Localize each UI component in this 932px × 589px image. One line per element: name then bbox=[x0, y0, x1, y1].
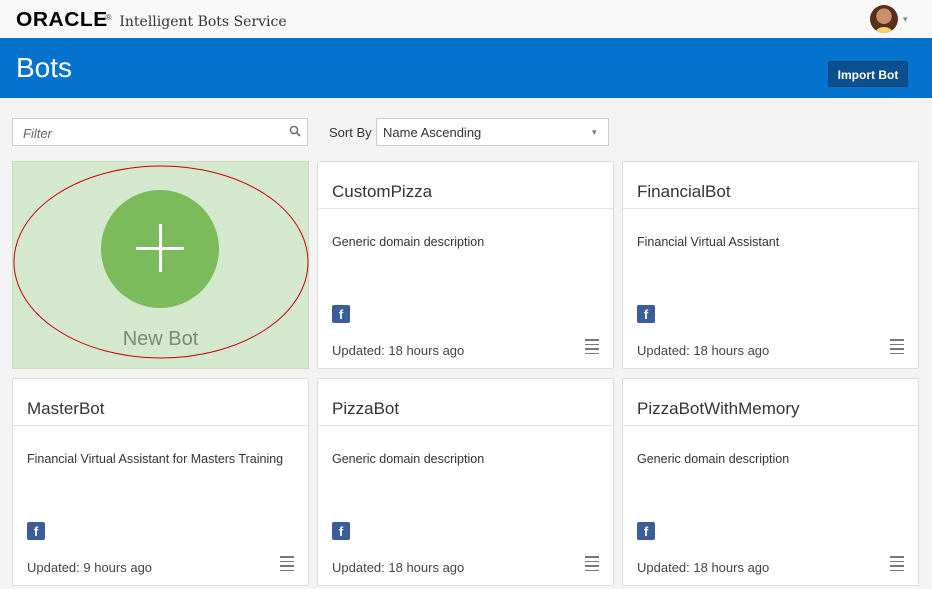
search-icon[interactable] bbox=[289, 125, 301, 137]
sort-by-label: Sort By bbox=[329, 125, 372, 140]
bot-name[interactable]: FinancialBot bbox=[637, 182, 731, 202]
filter-input[interactable] bbox=[21, 119, 275, 147]
bot-updated-time: Updated: 9 hours ago bbox=[27, 560, 153, 575]
facebook-icon[interactable]: f bbox=[27, 522, 45, 540]
sort-by-select[interactable]: Name Ascending ▾ bbox=[376, 118, 609, 146]
bot-description: Generic domain description bbox=[332, 235, 485, 249]
new-bot-label: New Bot bbox=[122, 328, 199, 350]
import-bot-button[interactable]: Import Bot bbox=[828, 61, 908, 87]
bot-card[interactable]: CustomPizza Generic domain description f… bbox=[317, 161, 614, 369]
bot-name[interactable]: MasterBot bbox=[27, 399, 104, 419]
sort-selected-value: Name Ascending bbox=[383, 125, 482, 140]
facebook-icon[interactable]: f bbox=[332, 522, 350, 540]
logo-wordmark: ORACLE bbox=[16, 9, 108, 31]
filter-field[interactable] bbox=[12, 118, 308, 147]
card-divider bbox=[13, 425, 308, 426]
bot-description: Generic domain description bbox=[332, 452, 485, 466]
bot-card[interactable]: PizzaBot Generic domain description f Up… bbox=[317, 378, 614, 586]
menu-icon[interactable] bbox=[890, 556, 904, 571]
bot-description: Financial Virtual Assistant for Masters … bbox=[27, 452, 284, 466]
card-divider bbox=[318, 208, 613, 209]
page-title: Bots bbox=[16, 52, 73, 83]
chevron-down-icon[interactable]: ▾ bbox=[903, 14, 908, 25]
facebook-icon[interactable]: f bbox=[637, 305, 655, 323]
facebook-icon[interactable]: f bbox=[332, 305, 350, 323]
bot-description: Generic domain description bbox=[637, 452, 790, 466]
page-title-bar: Bots Import Bot bbox=[0, 38, 932, 98]
card-divider bbox=[318, 425, 613, 426]
menu-icon[interactable] bbox=[585, 339, 599, 354]
add-bot-button[interactable] bbox=[101, 190, 219, 308]
new-bot-card[interactable]: New Bot bbox=[12, 161, 309, 369]
user-avatar[interactable] bbox=[870, 5, 898, 33]
bot-updated-time: Updated: 18 hours ago bbox=[332, 343, 465, 358]
card-divider bbox=[623, 425, 918, 426]
service-name: Intelligent Bots Service bbox=[119, 14, 287, 30]
menu-icon[interactable] bbox=[890, 339, 904, 354]
bot-card[interactable]: PizzaBotWithMemory Generic domain descri… bbox=[622, 378, 919, 586]
top-header: ORACLE ® Intelligent Bots Service ▾ bbox=[0, 0, 932, 39]
oracle-logo: ORACLE ® Intelligent Bots Service bbox=[16, 9, 287, 31]
card-divider bbox=[623, 208, 918, 209]
bot-updated-time: Updated: 18 hours ago bbox=[637, 560, 770, 575]
menu-icon[interactable] bbox=[585, 556, 599, 571]
bot-name[interactable]: PizzaBot bbox=[332, 399, 399, 419]
bot-name[interactable]: CustomPizza bbox=[332, 182, 432, 202]
bot-card[interactable]: FinancialBot Financial Virtual Assistant… bbox=[622, 161, 919, 369]
facebook-icon[interactable]: f bbox=[637, 522, 655, 540]
chevron-down-icon[interactable]: ▾ bbox=[592, 127, 597, 138]
bot-updated-time: Updated: 18 hours ago bbox=[332, 560, 465, 575]
bot-name[interactable]: PizzaBotWithMemory bbox=[637, 399, 799, 419]
menu-icon[interactable] bbox=[280, 556, 294, 571]
bot-description: Financial Virtual Assistant bbox=[637, 235, 780, 249]
plus-icon-vertical bbox=[159, 224, 162, 272]
bot-card[interactable]: MasterBot Financial Virtual Assistant fo… bbox=[12, 378, 309, 586]
registered-mark: ® bbox=[105, 13, 112, 22]
bot-updated-time: Updated: 18 hours ago bbox=[637, 343, 770, 358]
